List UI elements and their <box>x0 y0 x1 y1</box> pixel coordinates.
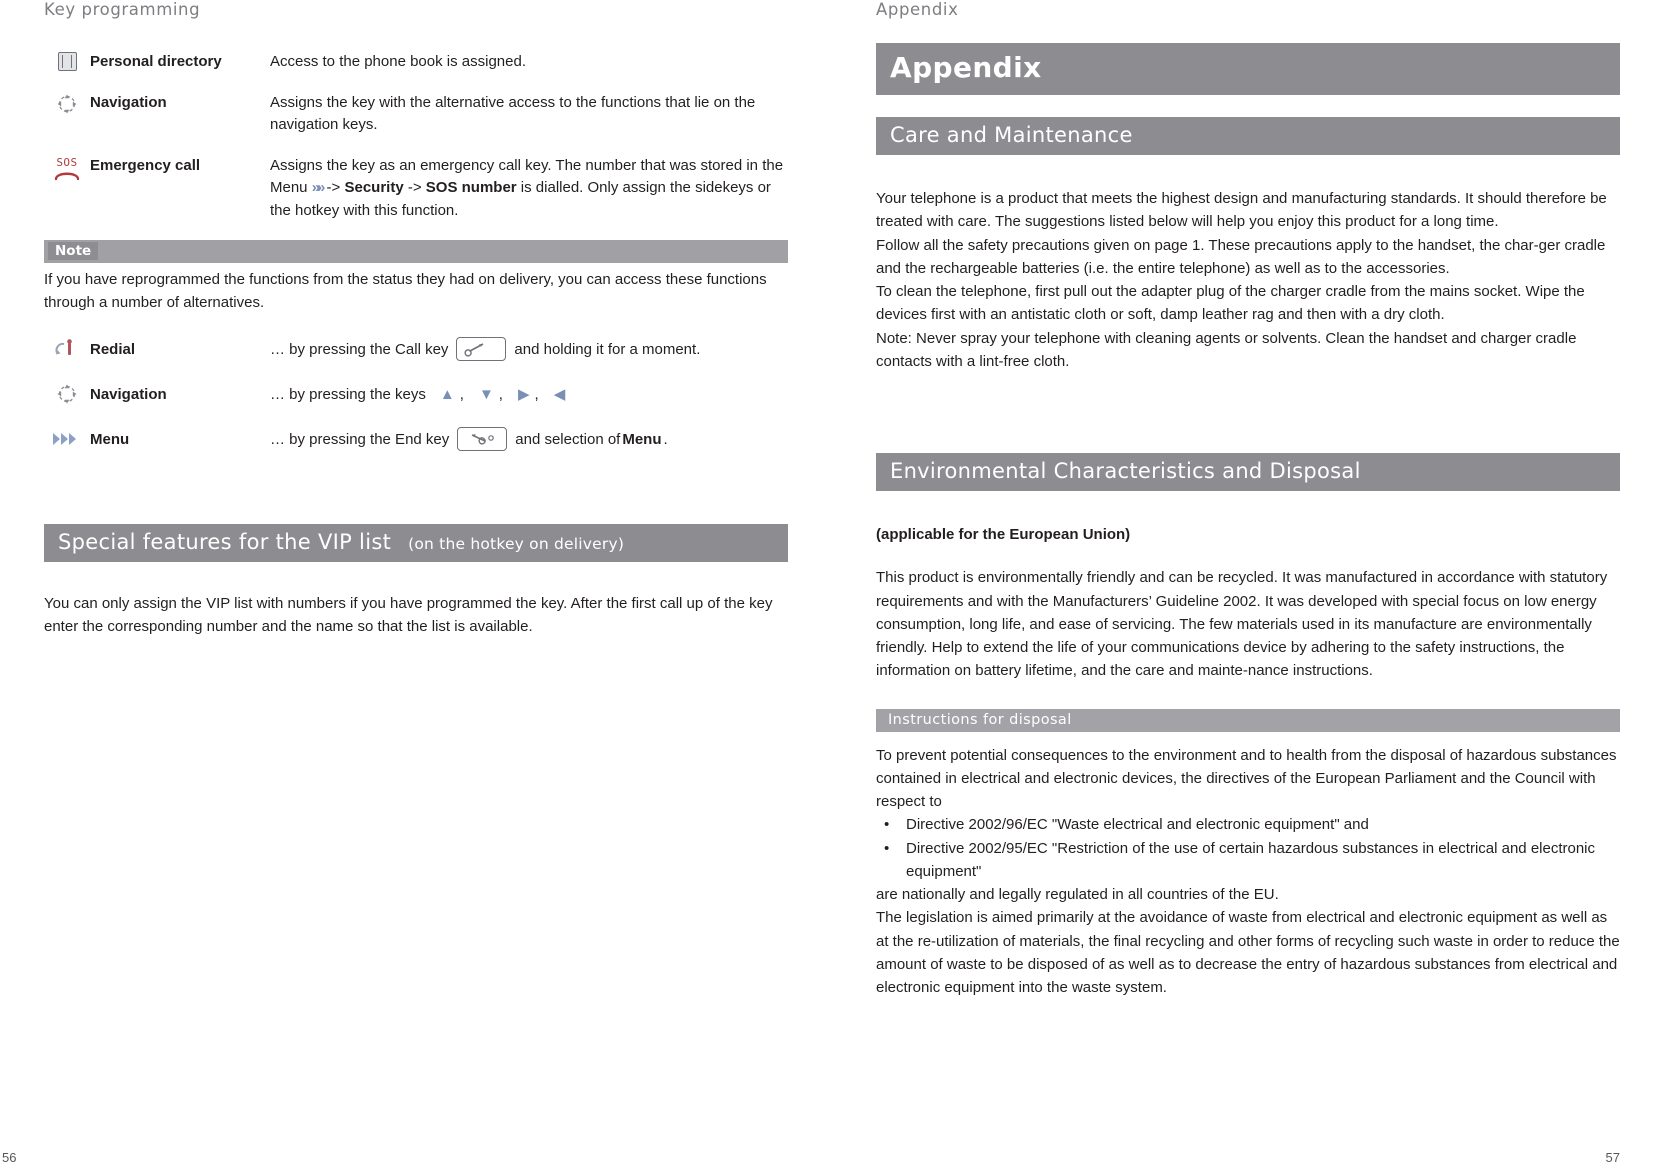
care-section-header: Care and Maintenance <box>876 117 1620 155</box>
alt-row-navigation: Navigation … by pressing the keys ▲ , ▼ … <box>44 379 788 409</box>
bullet-dot-icon: • <box>884 839 890 857</box>
alt-label: Navigation <box>90 385 167 403</box>
arrow-down-icon: ▼ <box>478 385 494 403</box>
care-paragraph-3: To clean the telephone, first pull out t… <box>876 283 1585 324</box>
key-description: Access to the phone book is assigned. <box>270 53 526 70</box>
arrow-sep-1: , <box>459 385 464 403</box>
key-description: Assigns the key with the alternative acc… <box>270 93 756 134</box>
alt-post-end: . <box>663 430 668 448</box>
right-page: Appendix Appendix Care and Maintenance Y… <box>832 0 1664 1171</box>
arrow-left-icon: ◀ <box>553 386 566 403</box>
alt-row-menu: Menu … by pressing the End key and selec… <box>44 424 788 454</box>
page-number-right: 57 <box>1605 1150 1620 1165</box>
vip-section-subtitle: (on the hotkey on delivery) <box>408 535 625 553</box>
desc-part-3: -> <box>403 179 426 196</box>
menu-glyph: »» <box>311 179 326 196</box>
care-section-body: Your telephone is a product that meets t… <box>876 187 1620 373</box>
alt-post-bold: Menu <box>622 430 662 448</box>
care-paragraph-4: Note: Never spray your telephone with cl… <box>876 329 1577 370</box>
disposal-bullet-2: • Directive 2002/95/EC "Restriction of t… <box>876 837 1620 884</box>
alt-label: Menu <box>90 430 130 448</box>
redial-icon <box>44 339 90 359</box>
vip-section-header: Special features for the VIP list (on th… <box>44 524 788 562</box>
disposal-after-2: The legislation is aimed primarily at th… <box>876 909 1620 996</box>
disposal-instructions-header: Instructions for disposal <box>876 708 1620 732</box>
menu-chevrons-icon <box>44 430 90 448</box>
arrow-up-icon: ▲ <box>439 385 455 403</box>
page-number-left: 56 <box>2 1150 17 1165</box>
alt-pre-text: … by pressing the Call key <box>270 340 449 358</box>
key-label: Emergency call <box>90 156 201 174</box>
environment-paragraph: This product is environmentally friendly… <box>876 569 1608 680</box>
key-row-emergency-call: SOS Emergency call Assigns the key as an… <box>44 155 788 223</box>
note-header-bar: Note <box>44 240 788 263</box>
arrow-sep-2: , <box>498 385 503 403</box>
arrow-right-icon: ▶ <box>517 386 530 403</box>
environment-section-header: Environmental Characteristics and Dispos… <box>876 453 1620 491</box>
navigation-key-icon <box>44 383 90 405</box>
alt-row-redial: Redial … by pressing the Call key and ho… <box>44 334 788 364</box>
end-key-icon <box>457 427 508 451</box>
desc-part-2: -> <box>322 179 345 196</box>
alt-pre-text: … by pressing the keys <box>270 385 426 403</box>
desc-bold-sos-number: SOS number <box>425 179 517 196</box>
call-key-icon <box>456 337 507 361</box>
appendix-title-bar: Appendix <box>876 43 1620 95</box>
alt-post-text: and selection of <box>515 430 621 448</box>
running-head-left: Key programming <box>44 0 201 19</box>
bullet-text: Directive 2002/96/EC "Waste electrical a… <box>906 816 1369 834</box>
alt-description: … by pressing the keys ▲ , ▼ , ▶ , ◀ <box>270 385 788 404</box>
navigation-key-icon <box>44 92 90 115</box>
alt-description: … by pressing the Call key and holding i… <box>270 337 788 361</box>
bullet-text: Directive 2002/95/EC "Restriction of the… <box>906 839 1596 880</box>
disposal-intro: To prevent potential consequences to the… <box>876 746 1617 811</box>
alt-label: Redial <box>90 340 136 358</box>
key-description: Assigns the key as an emergency call key… <box>270 155 788 223</box>
care-paragraph-2: Follow all the safety precautions given … <box>876 236 1606 277</box>
arrow-sep-3: , <box>534 385 539 403</box>
bullet-dot-icon: • <box>884 816 890 834</box>
disposal-bullet-1: • Directive 2002/96/EC "Waste electrical… <box>876 813 1620 836</box>
note-text: If you have reprogrammed the functions f… <box>44 271 767 311</box>
care-paragraph-1: Your telephone is a product that meets t… <box>876 190 1607 231</box>
alt-description: … by pressing the End key and selection … <box>270 427 788 451</box>
key-row-personal-directory: Personal directory Access to the phone b… <box>44 51 788 74</box>
disposal-after-1: are nationally and legally regulated in … <box>876 886 1279 903</box>
key-label: Navigation <box>90 93 167 111</box>
sos-emergency-icon: SOS <box>44 155 90 182</box>
key-label: Personal directory <box>90 53 222 70</box>
vip-section-text: You can only assign the VIP list with nu… <box>44 595 773 636</box>
vip-section-title: Special features for the VIP list <box>58 530 392 554</box>
phonebook-icon <box>44 51 90 71</box>
desc-bold-security: Security <box>344 179 404 196</box>
running-head-right: Appendix <box>876 0 959 19</box>
note-title: Note <box>48 242 99 260</box>
left-page: Key programming Personal directory Acces… <box>0 0 832 1171</box>
key-row-navigation: Navigation Assigns the key with the alte… <box>44 92 788 137</box>
environment-applicable-note: (applicable for the European Union) <box>876 526 1131 543</box>
alt-pre-text: … by pressing the End key <box>270 430 450 448</box>
alt-post-text: and holding it for a moment. <box>514 340 701 358</box>
